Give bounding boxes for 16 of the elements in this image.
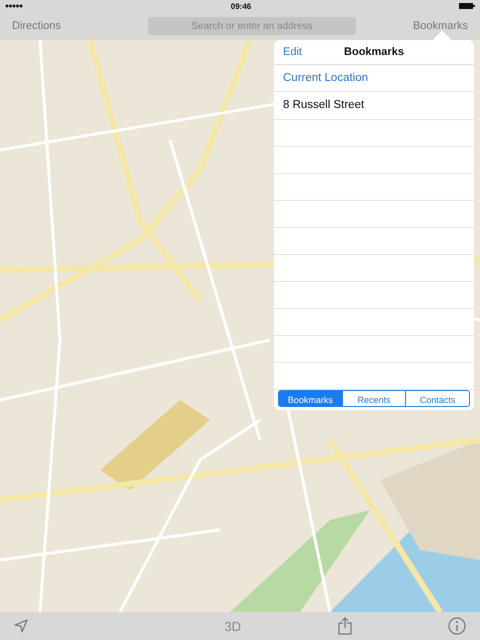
directions-button[interactable]: Directions: [12, 20, 61, 32]
battery-icon: [459, 3, 475, 9]
search-field[interactable]: Search or enter an address: [148, 17, 356, 35]
segment-tab[interactable]: Contacts: [405, 390, 469, 406]
info-icon[interactable]: [448, 617, 466, 635]
bookmark-item[interactable]: 8 Russell Street: [274, 92, 474, 120]
location-arrow-icon[interactable]: [14, 619, 28, 633]
edit-button[interactable]: Edit: [283, 46, 302, 58]
signal-icon: [5, 4, 23, 8]
bookmark-item[interactable]: Current Location: [274, 64, 474, 92]
bookmarks-button[interactable]: Bookmarks: [412, 20, 468, 32]
share-icon[interactable]: [338, 617, 352, 635]
3d-button[interactable]: 3D: [224, 618, 242, 634]
status-time: 09:46: [230, 2, 252, 10]
segment-tab[interactable]: Bookmarks: [279, 390, 342, 406]
popover-title: Bookmarks: [344, 46, 404, 58]
